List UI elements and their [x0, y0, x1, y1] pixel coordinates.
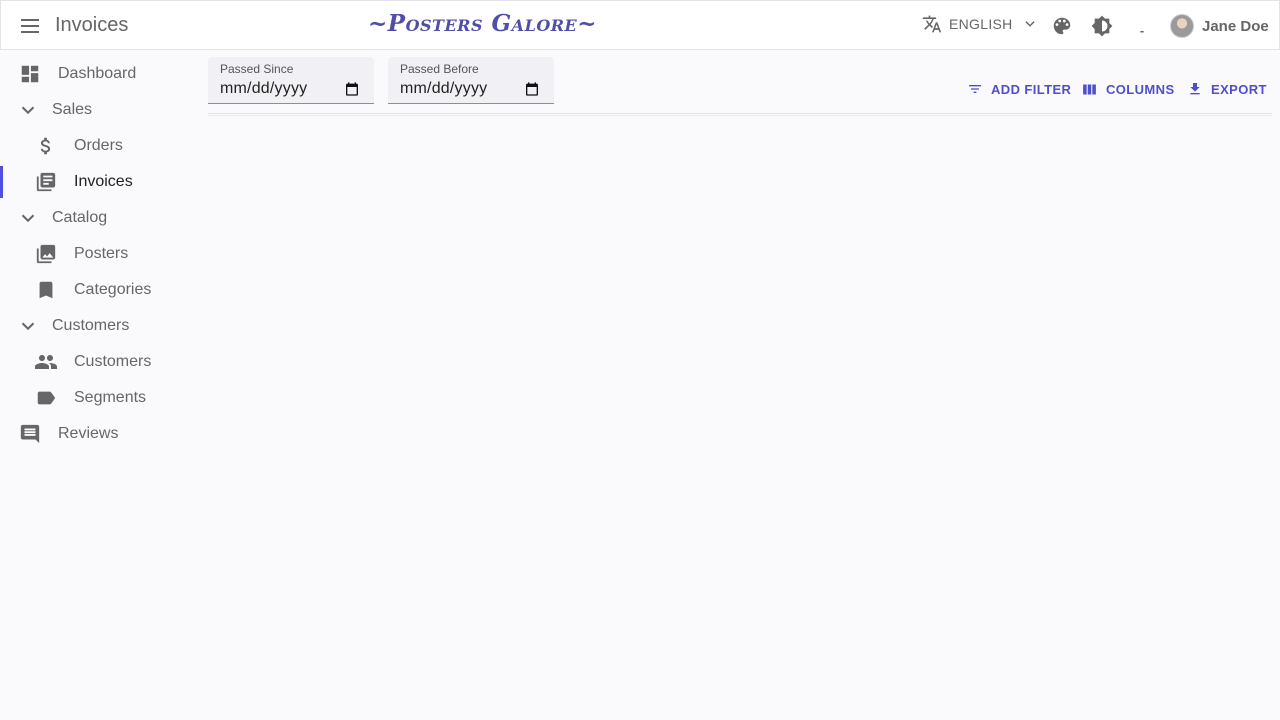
export-label: EXPORT: [1211, 81, 1267, 97]
add-filter-label: ADD FILTER: [991, 81, 1072, 97]
translate-icon: [922, 15, 942, 33]
app-bar: Invoices ~Posters Galore~ ENGLISH - Jane…: [0, 0, 1280, 50]
sidebar-item-label: Categories: [74, 281, 152, 298]
sidebar-group-customers[interactable]: Customers: [0, 308, 200, 344]
dollar-icon: [40, 137, 51, 155]
chevron-down-icon: [1024, 21, 1035, 27]
avatar: [1170, 14, 1194, 38]
language-label: ENGLISH: [949, 16, 1013, 32]
passed-since-date-field[interactable]: Passed Since mm/dd/yyyy: [208, 57, 374, 104]
calendar-icon[interactable]: [524, 81, 540, 97]
list-divider: [208, 113, 1272, 116]
theme-palette-button[interactable]: [1050, 14, 1074, 38]
invoice-icon: [36, 172, 56, 192]
sidebar-item-label: Dashboard: [58, 65, 137, 82]
brightness-icon: [1091, 15, 1113, 37]
sidebar-group-catalog[interactable]: Catalog: [0, 200, 200, 236]
page-title: Invoices: [55, 14, 129, 36]
columns-button[interactable]: COLUMNS: [1081, 81, 1175, 98]
bookmark-icon: [39, 281, 53, 299]
sidebar-group-sales[interactable]: Sales: [0, 92, 200, 128]
sidebar-item-posters[interactable]: Posters: [0, 236, 200, 272]
sidebar-item-reviews[interactable]: Reviews: [0, 416, 200, 452]
toggle-theme-button[interactable]: [1090, 14, 1114, 38]
people-icon: [35, 355, 57, 369]
sidebar-item-label: Reviews: [58, 425, 119, 442]
passed-before-date-field[interactable]: Passed Before mm/dd/yyyy: [388, 57, 554, 104]
label-icon: [37, 391, 56, 405]
sidebar-item-dashboard[interactable]: Dashboard: [0, 56, 200, 92]
add-filter-button[interactable]: ADD FILTER: [967, 81, 1071, 97]
hamburger-menu-icon: [21, 19, 39, 33]
sidebar-group-label: Sales: [52, 101, 93, 118]
image-collection-icon: [36, 244, 56, 264]
calendar-icon[interactable]: [344, 81, 360, 97]
loading-indicator-text: -: [1139, 22, 1145, 38]
sidebar-item-label: Customers: [74, 353, 152, 370]
sidebar-group-label: Catalog: [52, 209, 108, 226]
sidebar-group-label: Customers: [52, 317, 130, 334]
sidebar: Dashboard Sales Orders Invoices Catalog …: [0, 56, 200, 452]
chevron-down-icon: [21, 322, 35, 331]
date-input[interactable]: mm/dd/yyyy: [400, 80, 487, 98]
columns-label: COLUMNS: [1106, 82, 1175, 97]
chevron-down-icon: [21, 214, 35, 223]
sidebar-item-label: Invoices: [74, 173, 133, 190]
user-menu[interactable]: Jane Doe: [1170, 14, 1269, 38]
dashboard-icon: [21, 65, 39, 83]
palette-icon: [1053, 17, 1071, 35]
export-button[interactable]: EXPORT: [1187, 81, 1267, 97]
sidebar-item-invoices[interactable]: Invoices: [0, 164, 200, 200]
chevron-down-icon: [21, 106, 35, 115]
date-input[interactable]: mm/dd/yyyy: [220, 80, 307, 98]
download-icon: [1190, 83, 1200, 95]
language-selector[interactable]: ENGLISH: [922, 14, 1037, 34]
sidebar-item-label: Posters: [74, 245, 129, 262]
field-label: Passed Since: [220, 62, 294, 76]
brand-logo: ~Posters Galore~: [368, 10, 598, 37]
filter-icon: [969, 85, 981, 93]
sidebar-item-label: Segments: [74, 389, 147, 406]
comment-icon: [20, 424, 40, 444]
sidebar-item-segments[interactable]: Segments: [0, 380, 200, 416]
sidebar-item-orders[interactable]: Orders: [0, 128, 200, 164]
sidebar-item-customers[interactable]: Customers: [0, 344, 200, 380]
loading-indicator: -: [1130, 14, 1154, 38]
menu-button[interactable]: [15, 11, 45, 41]
user-name: Jane Doe: [1202, 17, 1269, 35]
sidebar-item-label: Orders: [74, 137, 123, 154]
columns-icon: [1083, 84, 1096, 95]
field-label: Passed Before: [400, 62, 479, 76]
sidebar-item-categories[interactable]: Categories: [0, 272, 200, 308]
